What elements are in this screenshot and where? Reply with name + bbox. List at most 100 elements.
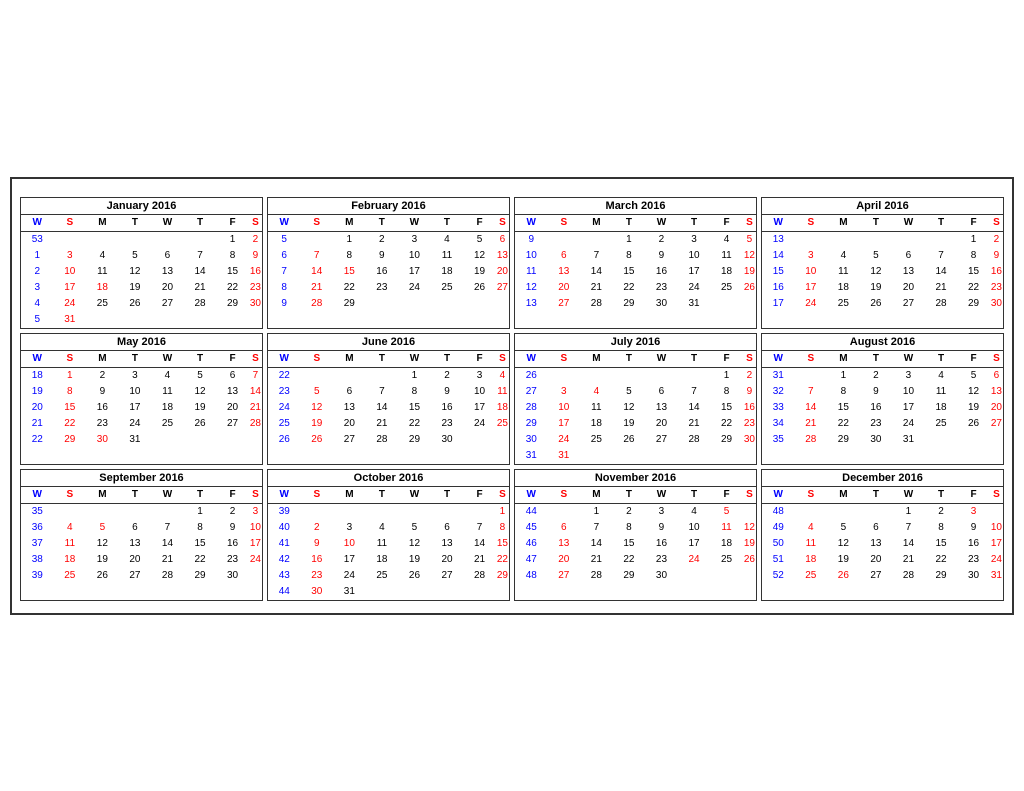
table-cell: 28 [515, 400, 548, 416]
col-header-5: T [184, 215, 217, 232]
table-row: 4412345 [515, 503, 756, 520]
table-cell: 21 [795, 416, 828, 432]
table-cell [892, 231, 925, 248]
table-cell: 15 [333, 264, 366, 280]
table-cell [249, 312, 262, 328]
table-cell: 21 [21, 416, 54, 432]
table-cell: 28 [580, 296, 613, 312]
table-row: 1724252627282930 [762, 296, 1003, 312]
table-row: 3528293031 [762, 432, 1003, 448]
table-cell: 13 [431, 536, 464, 552]
table-cell: 15 [613, 536, 646, 552]
table-cell: 29 [613, 296, 646, 312]
table-cell [366, 503, 399, 520]
table-cell: 18 [496, 400, 509, 416]
table-cell: 19 [463, 264, 496, 280]
col-header-6: F [216, 487, 249, 504]
table-cell: 13 [151, 264, 184, 280]
table-cell: 23 [431, 416, 464, 432]
table-cell: 22 [957, 280, 990, 296]
table-cell: 50 [762, 536, 795, 552]
table-cell: 12 [184, 384, 217, 400]
table-cell: 9 [515, 231, 548, 248]
table-cell: 7 [249, 367, 262, 384]
table-cell: 6 [496, 231, 509, 248]
table-cell: 17 [678, 264, 711, 280]
table-cell: 21 [184, 280, 217, 296]
table-cell: 20 [431, 552, 464, 568]
table-cell: 15 [496, 536, 509, 552]
table-cell: 18 [366, 552, 399, 568]
month-title: February 2016 [268, 198, 509, 215]
table-cell: 28 [463, 568, 496, 584]
table-cell: 10 [249, 520, 262, 536]
month-title: August 2016 [762, 334, 1003, 351]
table-cell: 11 [795, 536, 828, 552]
table-cell: 14 [892, 536, 925, 552]
table-cell: 21 [366, 416, 399, 432]
table-cell: 46 [515, 536, 548, 552]
col-header-3: T [613, 351, 646, 368]
table-cell: 6 [860, 520, 893, 536]
col-header-7: S [743, 351, 756, 368]
table-cell: 15 [925, 536, 958, 552]
col-header-1: S [301, 351, 334, 368]
table-cell: 27 [515, 384, 548, 400]
table-cell: 11 [151, 384, 184, 400]
table-cell: 25 [431, 280, 464, 296]
table-cell: 21 [300, 280, 333, 296]
table-cell: 25 [710, 552, 743, 568]
table-cell [463, 584, 496, 600]
table-row: 5118192021222324 [762, 552, 1003, 568]
table-row: 2917181920212223 [515, 416, 756, 432]
table-cell: 10 [119, 384, 152, 400]
table-cell: 14 [366, 400, 399, 416]
table-cell [86, 503, 119, 520]
col-header-6: F [957, 351, 990, 368]
table-cell: 18 [710, 536, 743, 552]
table-cell: 6 [216, 367, 249, 384]
col-header-2: M [333, 215, 366, 232]
col-header-7: S [990, 215, 1003, 232]
table-row: 3645678910 [21, 520, 262, 536]
table-cell: 24 [54, 296, 87, 312]
table-cell: 24 [463, 416, 496, 432]
table-row: 2519202122232425 [268, 416, 509, 432]
col-header-0: W [21, 215, 54, 232]
table-cell: 19 [21, 384, 54, 400]
table-cell [613, 448, 646, 464]
table-cell: 5 [119, 248, 152, 264]
calendar-grid: January 2016WSMTWTFS53121345678921011121… [20, 197, 1004, 601]
table-row: 4613141516171819 [515, 536, 756, 552]
table-cell [463, 432, 496, 448]
table-cell: 7 [580, 520, 613, 536]
table-cell: 31 [515, 448, 548, 464]
col-header-4: W [151, 487, 184, 504]
col-header-7: S [249, 351, 262, 368]
col-header-7: S [743, 215, 756, 232]
table-cell: 2 [21, 264, 54, 280]
footer [20, 601, 1004, 605]
month-title: January 2016 [21, 198, 262, 215]
table-cell: 14 [678, 400, 711, 416]
table-cell: 2 [990, 231, 1003, 248]
table-cell: 8 [496, 520, 509, 536]
table-cell: 18 [86, 280, 119, 296]
table-cell: 18 [21, 367, 54, 384]
table-cell: 53 [21, 231, 54, 248]
table-cell: 15 [184, 536, 217, 552]
table-cell: 28 [892, 568, 925, 584]
table-cell: 13 [548, 536, 581, 552]
table-cell: 23 [860, 416, 893, 432]
table-cell: 24 [795, 296, 828, 312]
table-cell: 24 [268, 400, 301, 416]
table-cell: 24 [990, 552, 1003, 568]
table-cell: 22 [827, 416, 860, 432]
col-header-1: S [548, 351, 581, 368]
col-header-3: T [119, 215, 152, 232]
table-cell: 4 [925, 367, 958, 384]
table-cell: 19 [957, 400, 990, 416]
month-title: November 2016 [515, 470, 756, 487]
table-cell: 9 [860, 384, 893, 400]
table-cell: 20 [151, 280, 184, 296]
